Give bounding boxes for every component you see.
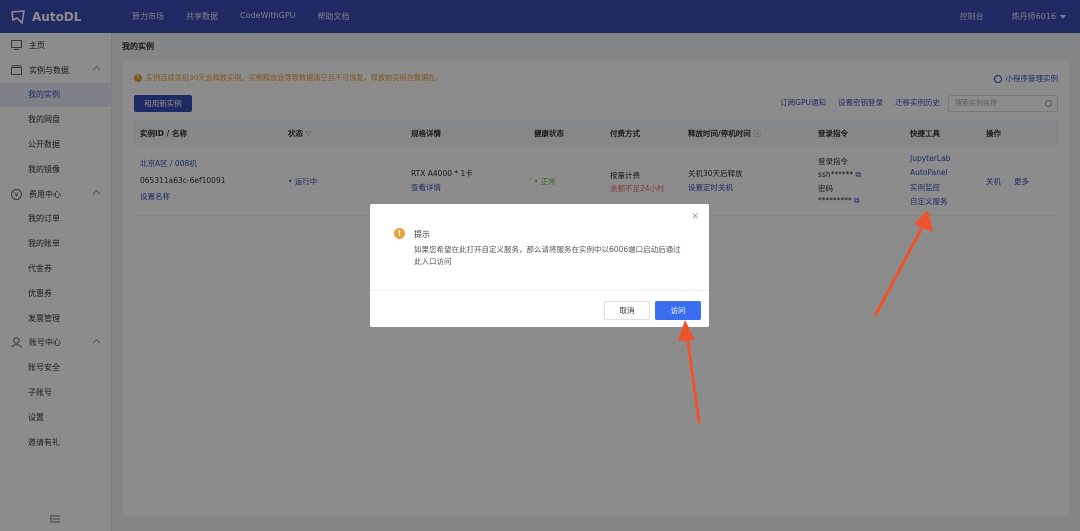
close-icon[interactable]: ✕ (691, 212, 699, 222)
cancel-button[interactable]: 取消 (604, 301, 650, 320)
dialog-divider (370, 290, 709, 291)
dialog-title: 提示 (414, 230, 430, 239)
custom-service-dialog: ✕ ! 提示 如果您希望在此打开自定义服务，那么请将服务在实例中以6006端口启… (370, 204, 709, 327)
warning-icon: ! (394, 228, 405, 239)
dialog-message: 如果您希望在此打开自定义服务，那么请将服务在实例中以6006端口启动后通过此入口… (414, 245, 681, 266)
visit-button[interactable]: 访问 (655, 301, 701, 320)
